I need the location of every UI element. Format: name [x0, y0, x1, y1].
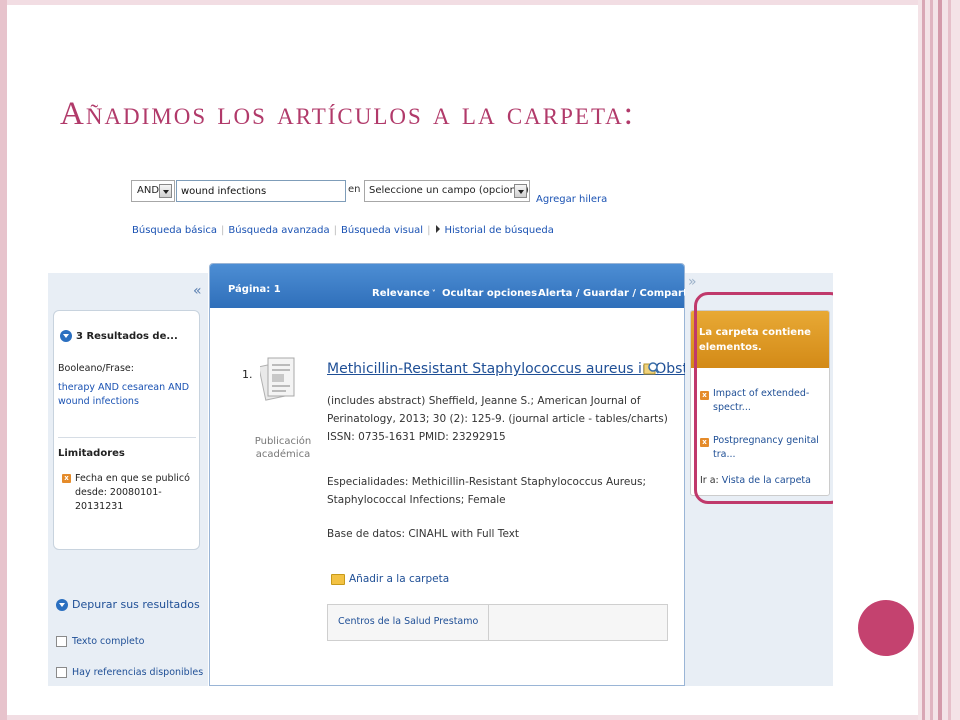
- menu-label: Relevance: [372, 288, 430, 299]
- dropdown-arrow-icon[interactable]: [159, 184, 172, 198]
- visual-search-link[interactable]: Búsqueda visual: [341, 225, 423, 236]
- slide-frame-bottom: [0, 715, 960, 720]
- limiters-heading: Limitadores: [58, 448, 125, 459]
- preview-icon[interactable]: [643, 361, 659, 375]
- dropdown-arrow-icon[interactable]: [514, 184, 527, 198]
- slide-frame-right: [918, 0, 960, 720]
- result-citation: (includes abstract) Sheffield, Jeanne S.…: [327, 395, 668, 443]
- expand-right-icon[interactable]: »: [688, 274, 697, 290]
- refine-results-heading[interactable]: Depurar sus resultados: [56, 598, 200, 611]
- collapse-circle-icon[interactable]: [56, 599, 68, 611]
- divider: |: [221, 225, 225, 236]
- results-header: Página: 1 Relevance ˅ Ocultar opciones ˅ A…: [210, 264, 702, 308]
- results-heading-text: 3 Resultados de...: [76, 331, 178, 342]
- academic-journal-icon: [260, 357, 295, 401]
- chevron-down-icon: ˅: [431, 289, 436, 298]
- bool-operator-value: AND: [137, 185, 160, 196]
- publication-type-label: Publicación académica: [254, 436, 312, 460]
- field-prefix-label: en: [348, 184, 361, 195]
- search-history-link[interactable]: Historial de búsqueda: [444, 225, 553, 236]
- triangle-right-icon: [436, 225, 441, 233]
- slide-frame-left: [0, 0, 7, 720]
- slide-frame-top: [0, 0, 960, 5]
- collapse-left-icon[interactable]: «: [193, 283, 202, 299]
- decorative-circle: [858, 600, 914, 656]
- refine-results-text: Depurar sus resultados: [72, 598, 200, 611]
- bool-label: Booleano/Frase:: [58, 363, 134, 374]
- checkbox-label: Texto completo: [72, 636, 145, 647]
- divider: |: [333, 225, 338, 236]
- holdings-bar: Centros de la Salud Prestamo: [327, 604, 668, 641]
- current-search-box: 3 Resultados de... Booleano/Frase: thera…: [53, 310, 200, 550]
- references-checkbox-row[interactable]: Hay referencias disponibles: [56, 667, 203, 678]
- advanced-search-link[interactable]: Búsqueda avanzada: [228, 225, 329, 236]
- limiter-text: Fecha en que se publicó desde: 20080101-…: [75, 473, 190, 512]
- divider: [58, 437, 196, 438]
- results-pane: Página: 1 Relevance ˅ Ocultar opciones ˅ A…: [209, 263, 731, 686]
- checkbox-label: Hay referencias disponibles: [72, 667, 204, 678]
- holdings-link[interactable]: Centros de la Salud Prestamo: [328, 605, 490, 640]
- database-screenshot: AND en Seleccione un campo (opcional) Ag…: [48, 170, 833, 686]
- result-title-link[interactable]: Methicillin-Resistant Staphylococcus aur…: [327, 361, 731, 377]
- search-input[interactable]: [176, 180, 346, 202]
- folder-icon: [331, 573, 345, 585]
- menu-label: Ocultar opciones: [442, 288, 538, 299]
- highlight-frame: [694, 292, 833, 504]
- bool-operator-select[interactable]: AND: [131, 180, 175, 202]
- field-select-value: Seleccione un campo (opcional): [369, 185, 529, 196]
- basic-search-link[interactable]: Búsqueda básica: [132, 225, 217, 236]
- checkbox[interactable]: [56, 667, 67, 678]
- bool-value-link[interactable]: therapy AND cesarean AND wound infection…: [58, 381, 198, 409]
- alert-save-share-menu[interactable]: Alerta / Guardar / Compartir˅: [538, 288, 702, 299]
- checkbox[interactable]: [56, 636, 67, 647]
- results-heading[interactable]: 3 Resultados de...: [60, 330, 178, 342]
- divider: |: [427, 225, 431, 236]
- add-to-folder-text: Añadir a la carpeta: [349, 573, 450, 585]
- full-text-checkbox-row[interactable]: Texto completo: [56, 636, 144, 647]
- search-nav-links: Búsqueda básica | Búsqueda avanzada | Búsque…: [132, 225, 554, 236]
- sort-relevance-menu[interactable]: Relevance ˅: [372, 288, 436, 299]
- page-label: Página: 1: [228, 284, 281, 295]
- add-to-folder-link[interactable]: Añadir a la carpeta: [331, 573, 449, 585]
- add-row-link[interactable]: Agregar hilera: [536, 194, 607, 205]
- remove-limiter-icon[interactable]: x: [62, 474, 71, 483]
- result-number: 1.: [242, 368, 253, 381]
- menu-label: Alerta / Guardar / Compartir: [538, 288, 697, 299]
- result-specialties: Especialidades: Methicillin-Resistant St…: [327, 476, 646, 506]
- collapse-circle-icon[interactable]: [60, 330, 72, 342]
- result-database: Base de datos: CINAHL with Full Text: [327, 528, 520, 540]
- field-select[interactable]: Seleccione un campo (opcional): [364, 180, 530, 202]
- slide-title: Añadimos los artículos a la carpeta:: [60, 96, 635, 132]
- hide-options-menu[interactable]: Ocultar opciones ˅: [442, 288, 543, 299]
